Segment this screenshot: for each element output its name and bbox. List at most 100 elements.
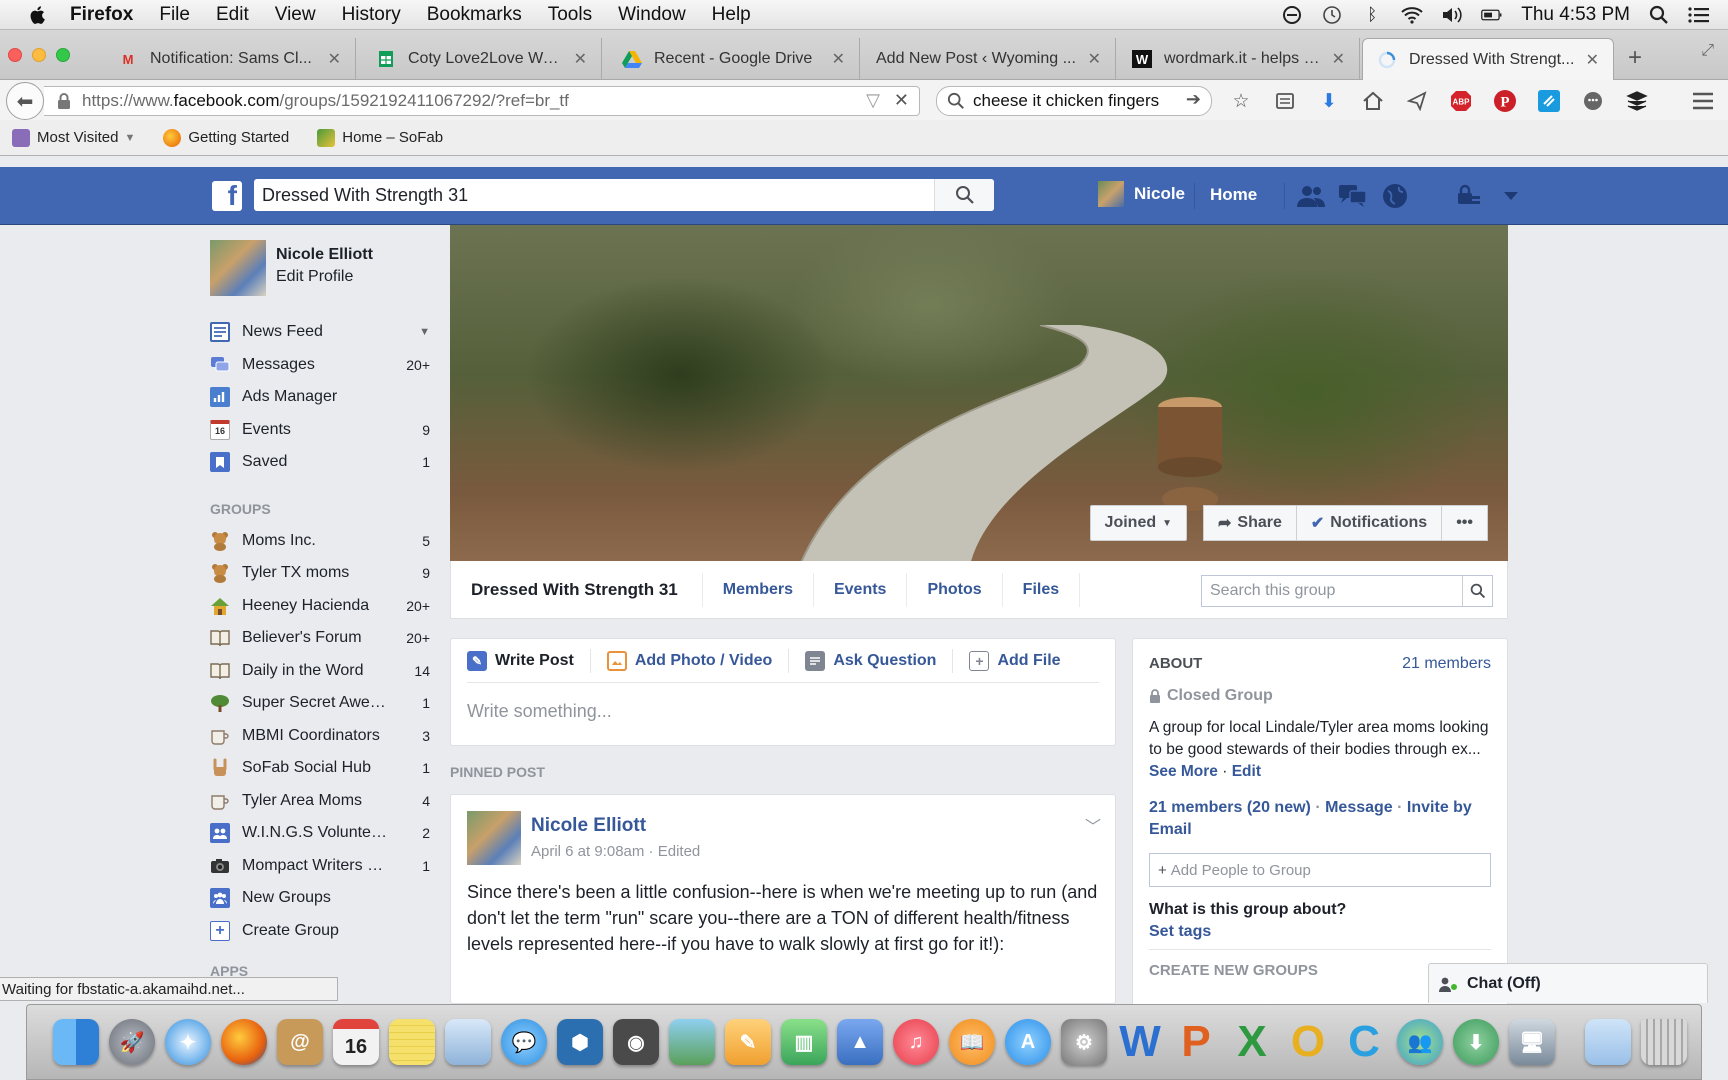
reading-list-icon[interactable] — [1272, 88, 1298, 114]
profile-picture[interactable] — [210, 240, 266, 296]
add-photo-video-tab[interactable]: Add Photo / Video — [606, 648, 790, 673]
do-not-disturb-icon[interactable] — [1281, 5, 1303, 25]
sidebar-profile[interactable]: Nicole Elliott Edit Profile — [210, 240, 430, 296]
firefox-icon[interactable] — [221, 1019, 267, 1065]
contacts-icon[interactable]: @ — [277, 1019, 323, 1065]
messenger-icon[interactable]: 👥 — [1397, 1019, 1443, 1065]
trash-icon[interactable] — [1641, 1019, 1687, 1065]
adblock-icon[interactable]: ABP — [1448, 88, 1474, 114]
chat-bar[interactable]: Chat (Off) — [1428, 963, 1708, 1003]
more-options-button[interactable]: ••• — [1441, 505, 1488, 541]
chevron-down-icon[interactable]: ▼ — [390, 326, 430, 338]
bluetooth-icon[interactable]: ᛒ — [1361, 5, 1383, 25]
tab-sheets[interactable]: Coty Love2Love Walm... ✕ — [362, 38, 602, 80]
remote-desktop-icon[interactable]: 🖥 — [1509, 1019, 1555, 1065]
finder-icon[interactable] — [53, 1019, 99, 1065]
sidebar-item-mompact-writers[interactable]: Mompact Writers an... 1 — [210, 850, 430, 883]
tab-close-icon[interactable]: ✕ — [574, 49, 587, 69]
joined-button[interactable]: Joined ▼ — [1089, 505, 1188, 541]
vpn-icon[interactable]: ⬢ — [557, 1019, 603, 1065]
facebook-search-input[interactable]: Dressed With Strength 31 — [254, 179, 994, 211]
dropdown-arrow-icon[interactable]: ▽ — [866, 90, 880, 111]
browser-search-bar[interactable]: cheese it chicken fingers ➔ — [936, 86, 1212, 116]
safari-icon[interactable]: ✦ — [165, 1019, 211, 1065]
group-name-link[interactable]: Dressed With Strength 31 — [451, 572, 703, 607]
home-icon[interactable] — [1360, 88, 1386, 114]
sidebar-item-mbmi-coordinators[interactable]: MBMI Coordinators 3 — [210, 720, 430, 753]
sidebar-item-messages[interactable]: Messages 20+ — [210, 349, 430, 382]
menu-help[interactable]: Help — [712, 4, 751, 26]
notes-icon[interactable] — [389, 1019, 435, 1065]
menu-app-name[interactable]: Firefox — [70, 4, 133, 26]
sidebar-item-moms-inc[interactable]: Moms Inc. 5 — [210, 525, 430, 558]
members-count-link[interactable]: 21 members — [1402, 655, 1491, 673]
battery-icon[interactable] — [1481, 5, 1503, 25]
menu-tools[interactable]: Tools — [548, 4, 592, 26]
tab-files[interactable]: Files — [1003, 572, 1081, 607]
facebook-logo[interactable]: f — [212, 181, 242, 211]
facebook-search-button[interactable] — [934, 179, 994, 211]
volume-icon[interactable] — [1441, 5, 1463, 25]
app-store-icon[interactable]: A — [1005, 1019, 1051, 1065]
post-options-chevron-icon[interactable]: ﹀ — [1085, 813, 1101, 837]
back-button[interactable]: ⬅ — [6, 82, 44, 120]
messages-icon[interactable]: 💬 — [501, 1019, 547, 1065]
download-arrow-icon[interactable]: ⬇ — [1316, 88, 1342, 114]
time-machine-icon[interactable] — [1321, 5, 1343, 25]
pinterest-icon[interactable]: P — [1492, 88, 1518, 114]
edit-profile-link[interactable]: Edit Profile — [276, 268, 373, 286]
documents-folder-icon[interactable] — [1585, 1019, 1631, 1065]
numbers-icon[interactable]: ▥ — [781, 1019, 827, 1065]
privacy-shortcuts-icon[interactable] — [1454, 181, 1484, 211]
calendar-icon[interactable]: 16 — [333, 1019, 379, 1065]
add-people-input[interactable]: + Add People to Group — [1149, 853, 1491, 887]
home-link[interactable]: Home — [1210, 185, 1257, 205]
word-icon[interactable]: W — [1117, 1017, 1163, 1066]
tab-close-icon[interactable]: ✕ — [832, 49, 845, 69]
outlook-icon[interactable]: O — [1285, 1017, 1331, 1066]
system-preferences-icon[interactable]: ⚙ — [1061, 1019, 1107, 1065]
group-search-button[interactable] — [1462, 576, 1492, 606]
menu-file[interactable]: File — [159, 4, 190, 26]
group-cover-photo[interactable]: Joined ▼ ➦ Share ✔ Notifications ••• — [450, 225, 1508, 561]
ask-question-tab[interactable]: Ask Question — [805, 648, 954, 673]
tab-close-icon[interactable]: ✕ — [328, 49, 341, 69]
menu-bookmarks[interactable]: Bookmarks — [427, 4, 522, 26]
bookmark-home-sofab[interactable]: Home – SoFab — [317, 128, 443, 147]
sidebar-item-sofab-social-hub[interactable]: SoFab Social Hub 1 — [210, 752, 430, 785]
notification-center-icon[interactable] — [1688, 5, 1710, 25]
tab-events[interactable]: Events — [814, 572, 908, 607]
apple-icon[interactable] — [24, 4, 52, 26]
menu-edit[interactable]: Edit — [216, 4, 249, 26]
menu-window[interactable]: Window — [618, 4, 686, 26]
tab-photos[interactable]: Photos — [907, 572, 1003, 607]
see-more-link[interactable]: See More — [1149, 763, 1218, 780]
sidebar-item-saved[interactable]: Saved 1 — [210, 446, 430, 479]
groups-section-title[interactable]: GROUPS — [210, 501, 430, 517]
sidebar-item-news-feed[interactable]: News Feed ▼ — [210, 316, 430, 349]
sidebar-item-events[interactable]: 16 Events 9 — [210, 414, 430, 447]
sidebar-item-tyler-tx-moms[interactable]: Tyler TX moms 9 — [210, 557, 430, 590]
profile-name[interactable]: Nicole Elliott — [276, 246, 373, 264]
new-tab-button[interactable]: + — [1628, 44, 1642, 72]
pages-icon[interactable]: ✎ — [725, 1019, 771, 1065]
menu-history[interactable]: History — [342, 4, 401, 26]
friend-requests-icon[interactable] — [1296, 181, 1326, 211]
window-zoom-button[interactable] — [56, 48, 70, 62]
wifi-icon[interactable] — [1401, 5, 1423, 25]
window-minimize-button[interactable] — [32, 48, 46, 62]
search-go-icon[interactable]: ➔ — [1186, 89, 1201, 110]
tab-members[interactable]: Members — [703, 572, 814, 607]
post-author-name[interactable]: Nicole Elliott — [531, 815, 700, 837]
download-icon[interactable]: ⬇ — [1453, 1019, 1499, 1065]
sidebar-item-new-groups[interactable]: New Groups — [210, 882, 430, 915]
sidebar-item-wings-volunteers[interactable]: W.I.N.G.S Volunteers 2 — [210, 817, 430, 850]
tab-google-drive[interactable]: Recent - Google Drive ✕ — [608, 38, 860, 80]
stop-loading-icon[interactable]: ✕ — [894, 90, 909, 111]
extension-icon[interactable] — [1536, 88, 1562, 114]
messages-icon[interactable] — [1338, 181, 1368, 211]
sidebar-item-ads-manager[interactable]: Ads Manager — [210, 381, 430, 414]
notifications-button[interactable]: ✔ Notifications — [1295, 505, 1442, 541]
tab-dressed-with-strength[interactable]: Dressed With Strengt... ✕ — [1362, 38, 1614, 80]
tab-close-icon[interactable]: ✕ — [1088, 49, 1101, 69]
